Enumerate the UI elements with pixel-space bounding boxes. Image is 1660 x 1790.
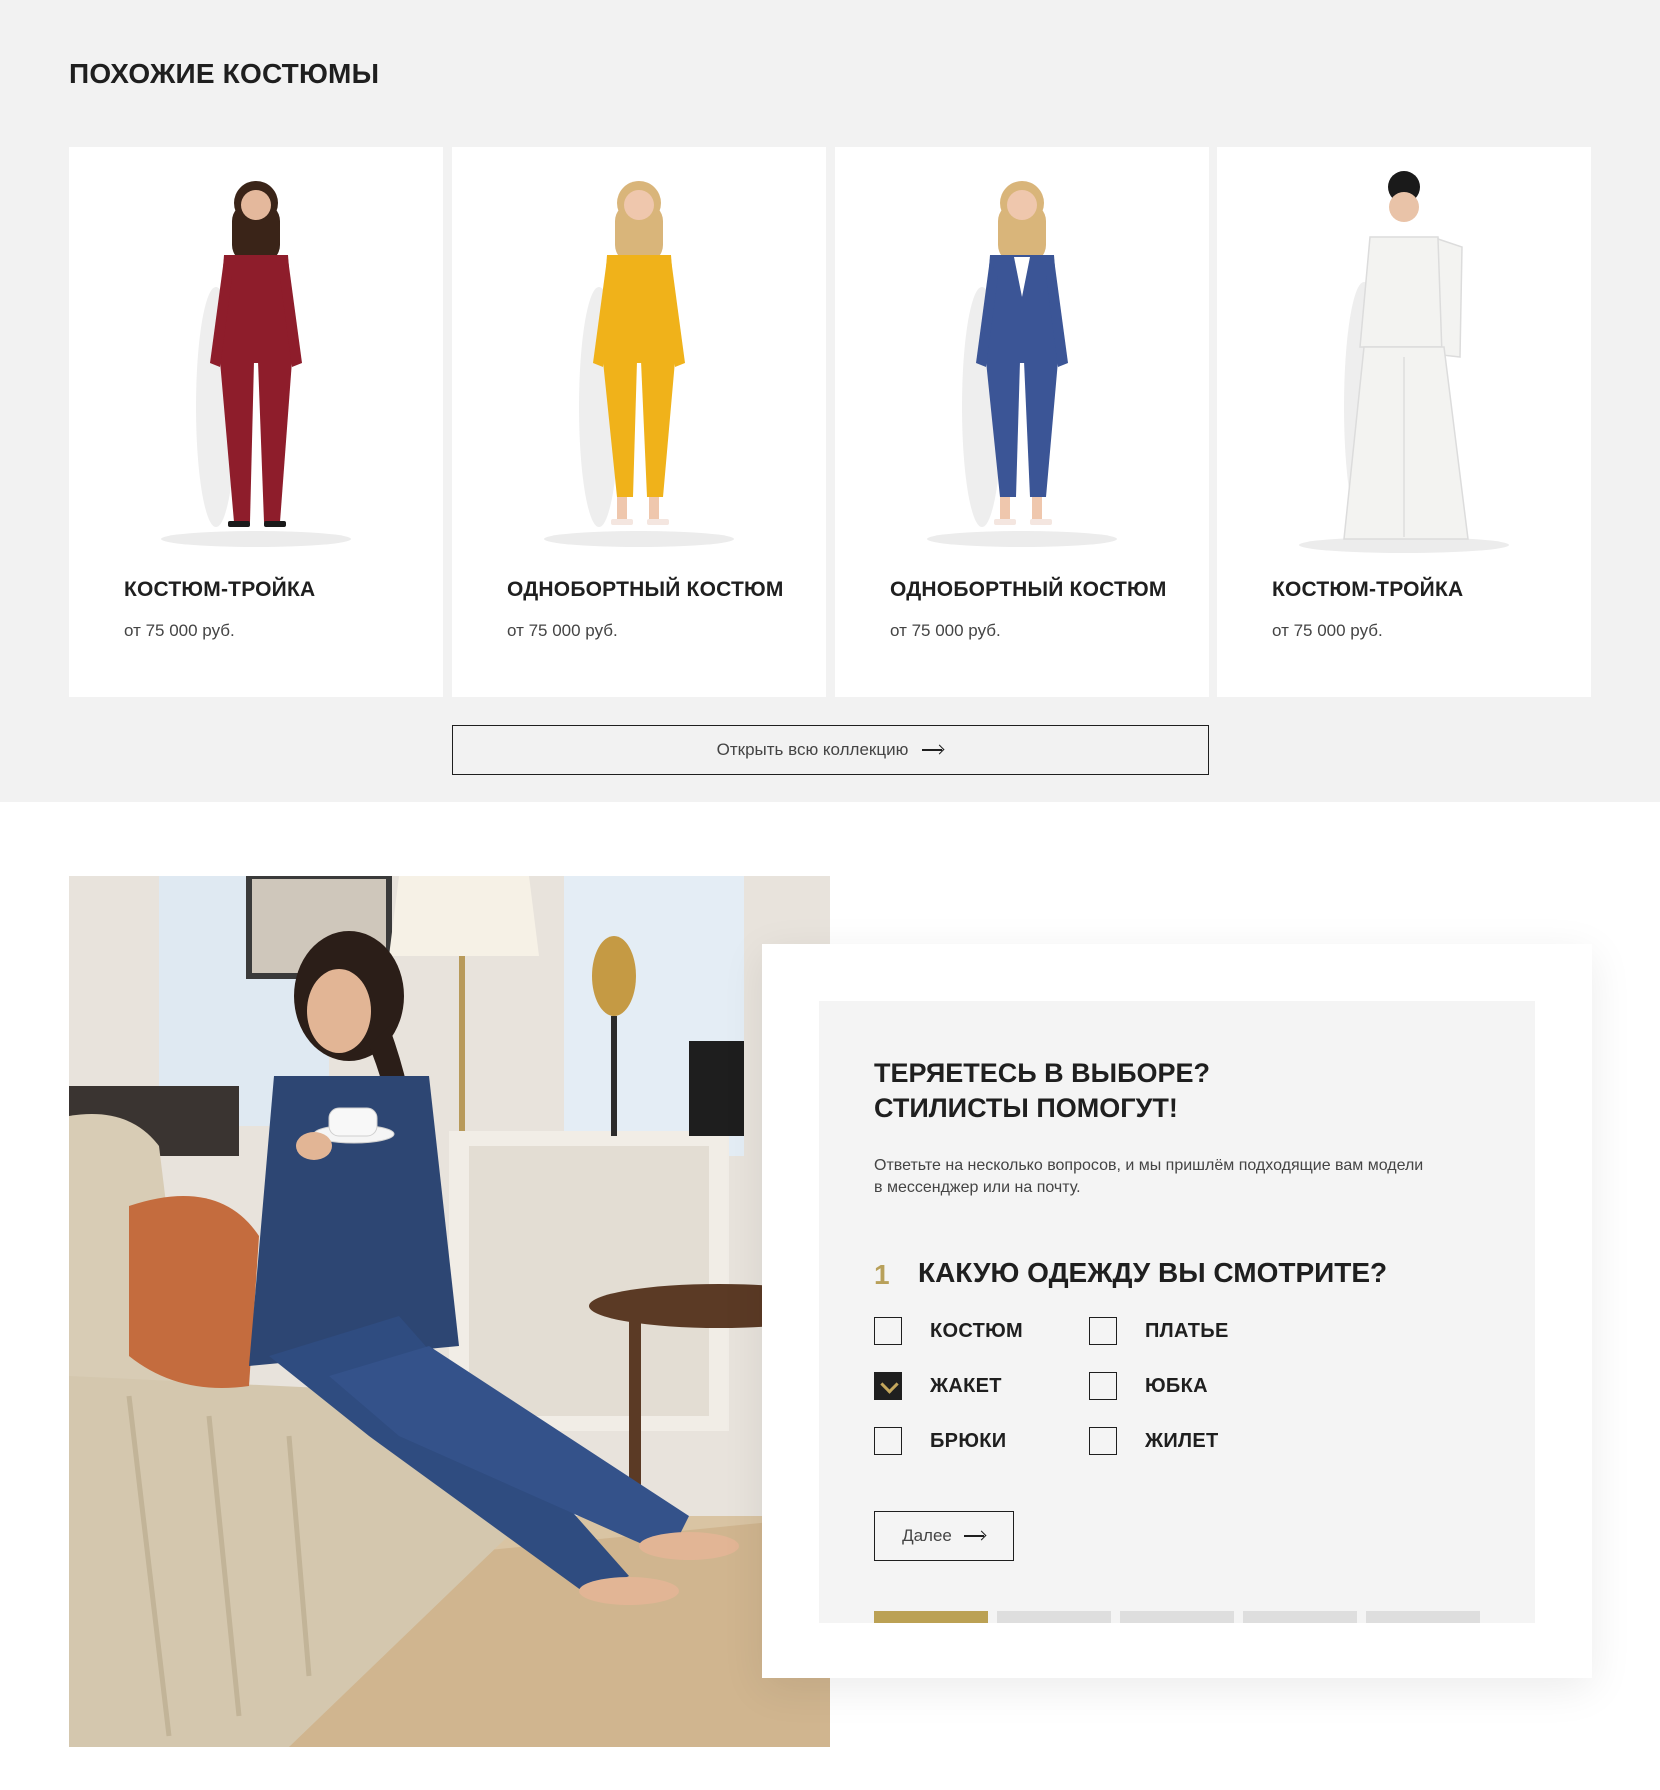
lifestyle-photo [69, 876, 830, 1747]
quiz-title-line2: СТИЛИСТЫ ПОМОГУТ! [874, 1093, 1178, 1123]
next-button-label: Далее [902, 1526, 952, 1545]
option-trousers[interactable]: БРЮКИ [874, 1427, 1006, 1455]
checkbox[interactable] [1089, 1427, 1117, 1455]
section-title: ПОХОЖИЕ КОСТЮМЫ [69, 58, 380, 89]
quiz-card: ТЕРЯЕТЕСЬ В ВЫБОРЕ? СТИЛИСТЫ ПОМОГУТ! От… [819, 1001, 1535, 1623]
option-label: КОСТЮМ [930, 1319, 1024, 1342]
option-dress[interactable]: ПЛАТЬЕ [1089, 1317, 1229, 1345]
product-cards: КОСТЮМ-ТРОЙКА от 75 000 руб. ОДНОБОРТНЫЙ… [69, 147, 1591, 697]
product-name[interactable]: КОСТЮМ-ТРОЙКА [1272, 578, 1463, 602]
model-white-suit-photo [1299, 171, 1509, 553]
checkbox[interactable] [1089, 1317, 1117, 1345]
product-name[interactable]: ОДНОБОРТНЫЙ КОСТЮМ [507, 578, 784, 602]
product-card[interactable]: КОСТЮМ-ТРОЙКА от 75 000 руб. [1217, 147, 1591, 697]
product-card[interactable]: ОДНОБОРТНЫЙ КОСТЮМ от 75 000 руб. [452, 147, 826, 697]
checkbox[interactable] [874, 1317, 902, 1345]
option-label: ПЛАТЬЕ [1145, 1319, 1229, 1342]
option-label: БРЮКИ [930, 1429, 1007, 1452]
open-collection-button[interactable]: Открыть всю коллекцию [452, 725, 1209, 775]
model-burgundy-suit-photo [161, 181, 351, 547]
product-image[interactable] [1272, 167, 1536, 567]
question-text: КАКУЮ ОДЕЖДУ ВЫ СМОТРИТЕ? [918, 1257, 1388, 1288]
product-name[interactable]: КОСТЮМ-ТРОЙКА [124, 578, 315, 602]
option-suit[interactable]: КОСТЮМ [874, 1317, 1023, 1345]
quiz-progress [874, 1611, 1484, 1623]
quiz-options: КОСТЮМ ЖАКЕТ БРЮКИ ПЛАТЬЕ ЮБКА ЖИЛЕТ [874, 1317, 1374, 1487]
product-price: от 75 000 руб. [890, 621, 1001, 640]
product-image[interactable] [124, 167, 388, 567]
checkbox[interactable] [874, 1427, 902, 1455]
progress-step [1243, 1611, 1357, 1623]
quiz-title: ТЕРЯЕТЕСЬ В ВЫБОРЕ? СТИЛИСТЫ ПОМОГУТ! [874, 1056, 1474, 1126]
progress-step [997, 1611, 1111, 1623]
similar-suits-section: ПОХОЖИЕ КОСТЮМЫ КОСТЮМ-ТРОЙКА от 75 000 … [0, 0, 1660, 802]
option-label: ЮБКА [1145, 1374, 1208, 1397]
option-label: ЖИЛЕТ [1145, 1429, 1219, 1452]
option-label: ЖАКЕТ [930, 1374, 1002, 1397]
product-name[interactable]: ОДНОБОРТНЫЙ КОСТЮМ [890, 578, 1167, 602]
arrow-right-icon [922, 745, 944, 755]
question-number: 1 [874, 1259, 890, 1290]
model-yellow-suit-photo [544, 181, 734, 547]
product-price: от 75 000 руб. [507, 621, 618, 640]
product-image[interactable] [890, 167, 1154, 567]
product-card[interactable]: КОСТЮМ-ТРОЙКА от 75 000 руб. [69, 147, 443, 697]
open-collection-label: Открыть всю коллекцию [716, 740, 909, 759]
woman-in-blue-suit-with-coffee-photo [69, 876, 830, 1747]
model-blue-suit-photo [927, 181, 1117, 547]
progress-step [1366, 1611, 1480, 1623]
product-price: от 75 000 руб. [124, 621, 235, 640]
next-button[interactable]: Далее [874, 1511, 1014, 1561]
product-card[interactable]: ОДНОБОРТНЫЙ КОСТЮМ от 75 000 руб. [835, 147, 1209, 697]
checkbox-checked[interactable] [874, 1372, 902, 1400]
progress-step [1120, 1611, 1234, 1623]
quiz-title-line1: ТЕРЯЕТЕСЬ В ВЫБОРЕ? [874, 1058, 1211, 1088]
option-jacket[interactable]: ЖАКЕТ [874, 1372, 1002, 1400]
option-skirt[interactable]: ЮБКА [1089, 1372, 1208, 1400]
option-vest[interactable]: ЖИЛЕТ [1089, 1427, 1219, 1455]
product-image[interactable] [507, 167, 771, 567]
arrow-right-icon [963, 1531, 986, 1541]
checkbox[interactable] [1089, 1372, 1117, 1400]
quiz-description: Ответьте на несколько вопросов, и мы при… [874, 1157, 1424, 1196]
progress-step [874, 1611, 988, 1623]
stylist-quiz-panel: ТЕРЯЕТЕСЬ В ВЫБОРЕ? СТИЛИСТЫ ПОМОГУТ! От… [762, 944, 1592, 1678]
product-price: от 75 000 руб. [1272, 621, 1383, 640]
